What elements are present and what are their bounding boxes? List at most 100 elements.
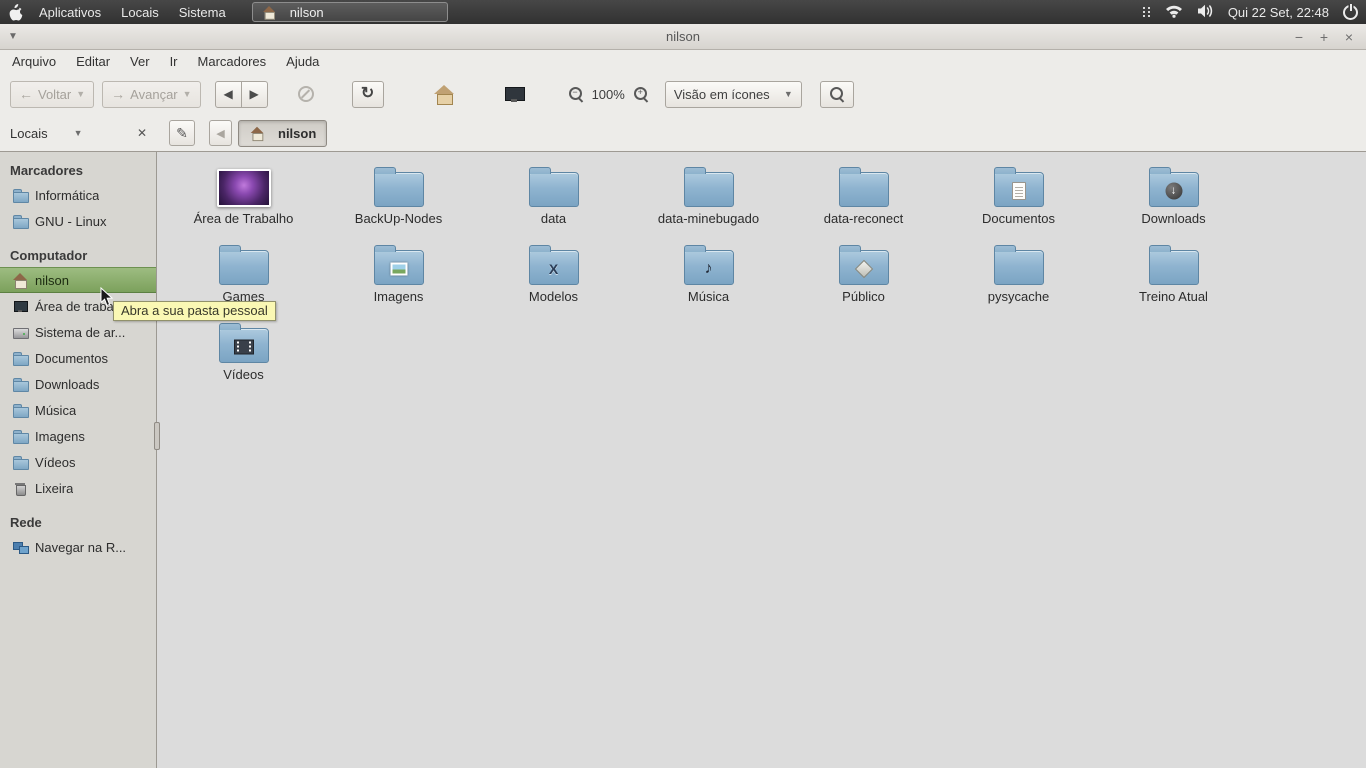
file-label: Público [842,289,885,304]
file-item[interactable]: data-minebugado [631,164,786,242]
side-pane-selector[interactable]: Locais [10,126,48,141]
zoom-in-button[interactable]: + [629,81,653,108]
folder-icon [12,454,29,470]
nav-forward-button[interactable]: ▶ [240,80,268,108]
pane-resize-grip[interactable] [154,422,160,450]
nav-back-button[interactable]: ◀ [214,80,242,108]
titlebar[interactable]: ▼ nilson − + × [0,24,1366,50]
file-item[interactable]: Documentos [941,164,1096,242]
file-item[interactable]: data-reconect [786,164,941,242]
reload-button[interactable]: ↻ [351,80,384,108]
search-button[interactable] [819,80,854,108]
sidebar-item-label: Downloads [35,376,100,392]
sidebar-item[interactable]: Informática [0,182,156,208]
menu-item[interactable]: Ajuda [276,51,329,72]
sidebar-section-title: Rede [10,515,42,530]
folder-icon [528,245,579,285]
folder-icon [683,167,734,207]
window-content: Marcadores Informática GNU - Linux Compu… [0,152,1366,768]
zoom-out-icon: − [568,86,584,102]
sidebar-item-label: Sistema de ar... [35,324,126,340]
maximize-button[interactable]: + [1317,30,1331,44]
view-mode-dropdown[interactable]: Visão em ícones ▼ [664,80,802,108]
back-button[interactable]: ← Voltar ▼ [10,80,95,108]
mouse-cursor [100,286,114,310]
clock[interactable]: Qui 22 Set, 22:48 [1228,5,1329,20]
left-arrow-icon: ◀ [223,87,233,101]
sidebar-item[interactable]: Sistema de ar... [0,319,156,345]
close-button[interactable]: × [1342,30,1356,44]
photos-icon [390,262,407,276]
path-segment-button[interactable]: nilson [238,119,328,147]
folder-icon [373,245,424,285]
forward-button[interactable]: → Avançar ▼ [102,80,201,108]
file-item[interactable]: BackUp-Nodes [321,164,476,242]
menu-item[interactable]: Marcadores [188,51,277,72]
sidebar-item[interactable]: Navegar na R... [0,534,156,560]
home-button[interactable] [430,81,458,108]
file-label: data-minebugado [657,211,760,226]
file-item[interactable]: Modelos [476,242,631,320]
view-mode-label: Visão em ícones [673,86,770,102]
file-label: data-reconect [823,211,904,226]
file-item[interactable]: Vídeos [166,320,321,398]
panel-indicators: Qui 22 Set, 22:48 [1142,4,1358,21]
path-scroll-left-button[interactable]: ◀ [209,120,232,146]
folder-icon [993,167,1044,207]
forward-label: Avançar [130,86,178,102]
file-item[interactable]: Imagens [321,242,476,320]
menu-item[interactable]: Arquivo [2,51,66,72]
sidebar-item[interactable]: Documentos [0,345,156,371]
menu-item[interactable]: Ir [160,51,188,72]
sidebar-item-label: Documentos [35,350,108,366]
sidebar-item[interactable]: Lixeira [0,475,156,501]
menubar: Arquivo Editar Ver Ir Marcadores Ajuda [0,50,1366,73]
folder-icon [1148,167,1199,207]
panel-menu-sistema[interactable]: Sistema [169,2,236,23]
window-list-button[interactable]: nilson [251,2,448,22]
indicator-dots-icon[interactable] [1142,6,1151,18]
sidebar-item[interactable]: Downloads [0,371,156,397]
sidebar-item-label: Vídeos [35,454,76,470]
panel-menu-aplicativos[interactable]: Aplicativos [29,2,111,23]
sidebar-item[interactable]: Música [0,397,156,423]
volume-icon[interactable] [1197,4,1214,21]
icon-view[interactable]: Área de Trabalho BackUp-Nodes data data-… [157,152,1366,768]
desktop-icon [12,298,28,314]
file-item[interactable]: data [476,164,631,242]
distro-logo-icon[interactable] [8,3,23,21]
folder-icon [838,167,889,207]
minimize-button[interactable]: − [1292,30,1306,44]
power-icon[interactable] [1343,4,1358,20]
sidebar-item[interactable]: Vídeos [0,449,156,475]
file-item[interactable]: Música [631,242,786,320]
computer-button[interactable] [500,81,528,108]
sidebar-item-label: nilson [35,272,69,288]
sidebar-item[interactable]: GNU - Linux [0,208,156,234]
menu-item[interactable]: Editar [66,51,120,72]
side-pane-caret-icon[interactable]: ▼ [74,128,83,138]
file-item[interactable]: Treino Atual [1096,242,1251,320]
edit-location-button[interactable]: ✎ [169,120,195,146]
zoom-level: 100% [591,86,625,102]
zoom-out-button[interactable]: − [564,81,588,108]
sidebar-item[interactable]: Imagens [0,423,156,449]
file-item[interactable]: Área de Trabalho [166,164,321,242]
location-bar: Locais ▼ ✕ ✎ ◀ nilson [0,115,1366,152]
sidebar-item-label: Navegar na R... [35,539,127,555]
panel-menu-locais[interactable]: Locais [111,2,169,23]
file-item[interactable]: Público [786,242,941,320]
panel-menu-bar: Aplicativos Locais Sistema [8,2,236,23]
menu-item[interactable]: Ver [120,51,160,72]
side-pane-close-icon[interactable]: ✕ [137,126,147,140]
trash-icon [12,480,28,496]
file-label: Documentos [982,211,1055,226]
folder-icon [12,350,29,366]
wifi-icon[interactable] [1165,4,1183,21]
file-label: Música [687,289,730,304]
stop-button[interactable] [294,81,318,108]
file-item[interactable]: pysycache [941,242,1096,320]
sidebar-item[interactable]: nilson [0,267,156,293]
file-item[interactable]: Downloads [1096,164,1251,242]
file-label: Vídeos [223,367,264,382]
